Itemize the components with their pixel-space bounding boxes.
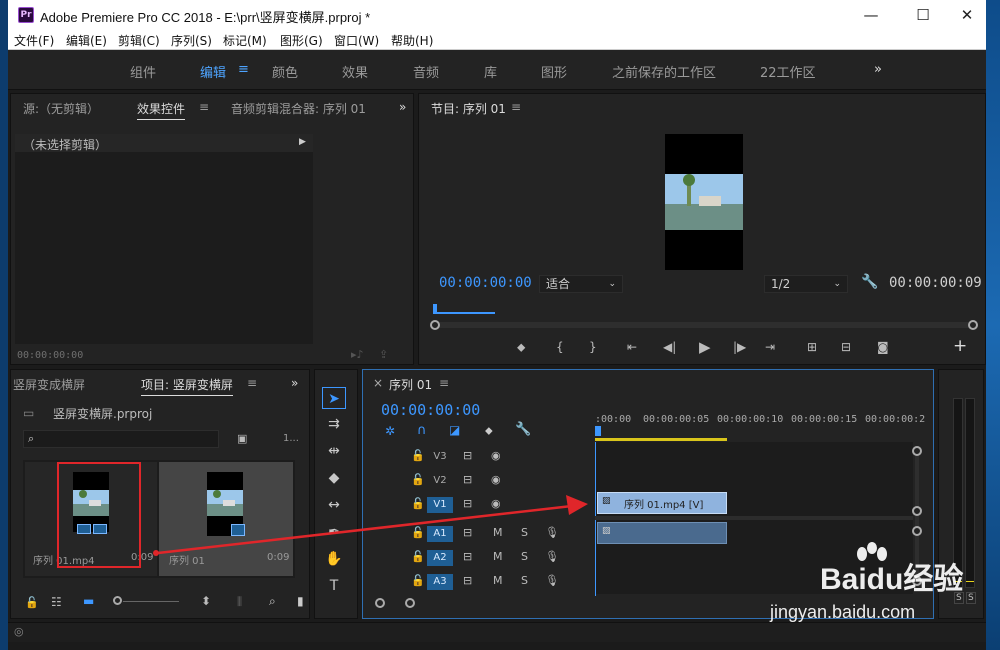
annotation-arrow-line [157,504,573,555]
annotation-arrow-tail [153,550,159,556]
paw-logo-icon [857,542,887,561]
baidu-watermark: Baidu经验 jingyan.baidu.com [770,542,980,638]
watermark-sub-text: jingyan.baidu.com [770,602,916,622]
annotation-arrow-head [566,495,588,515]
